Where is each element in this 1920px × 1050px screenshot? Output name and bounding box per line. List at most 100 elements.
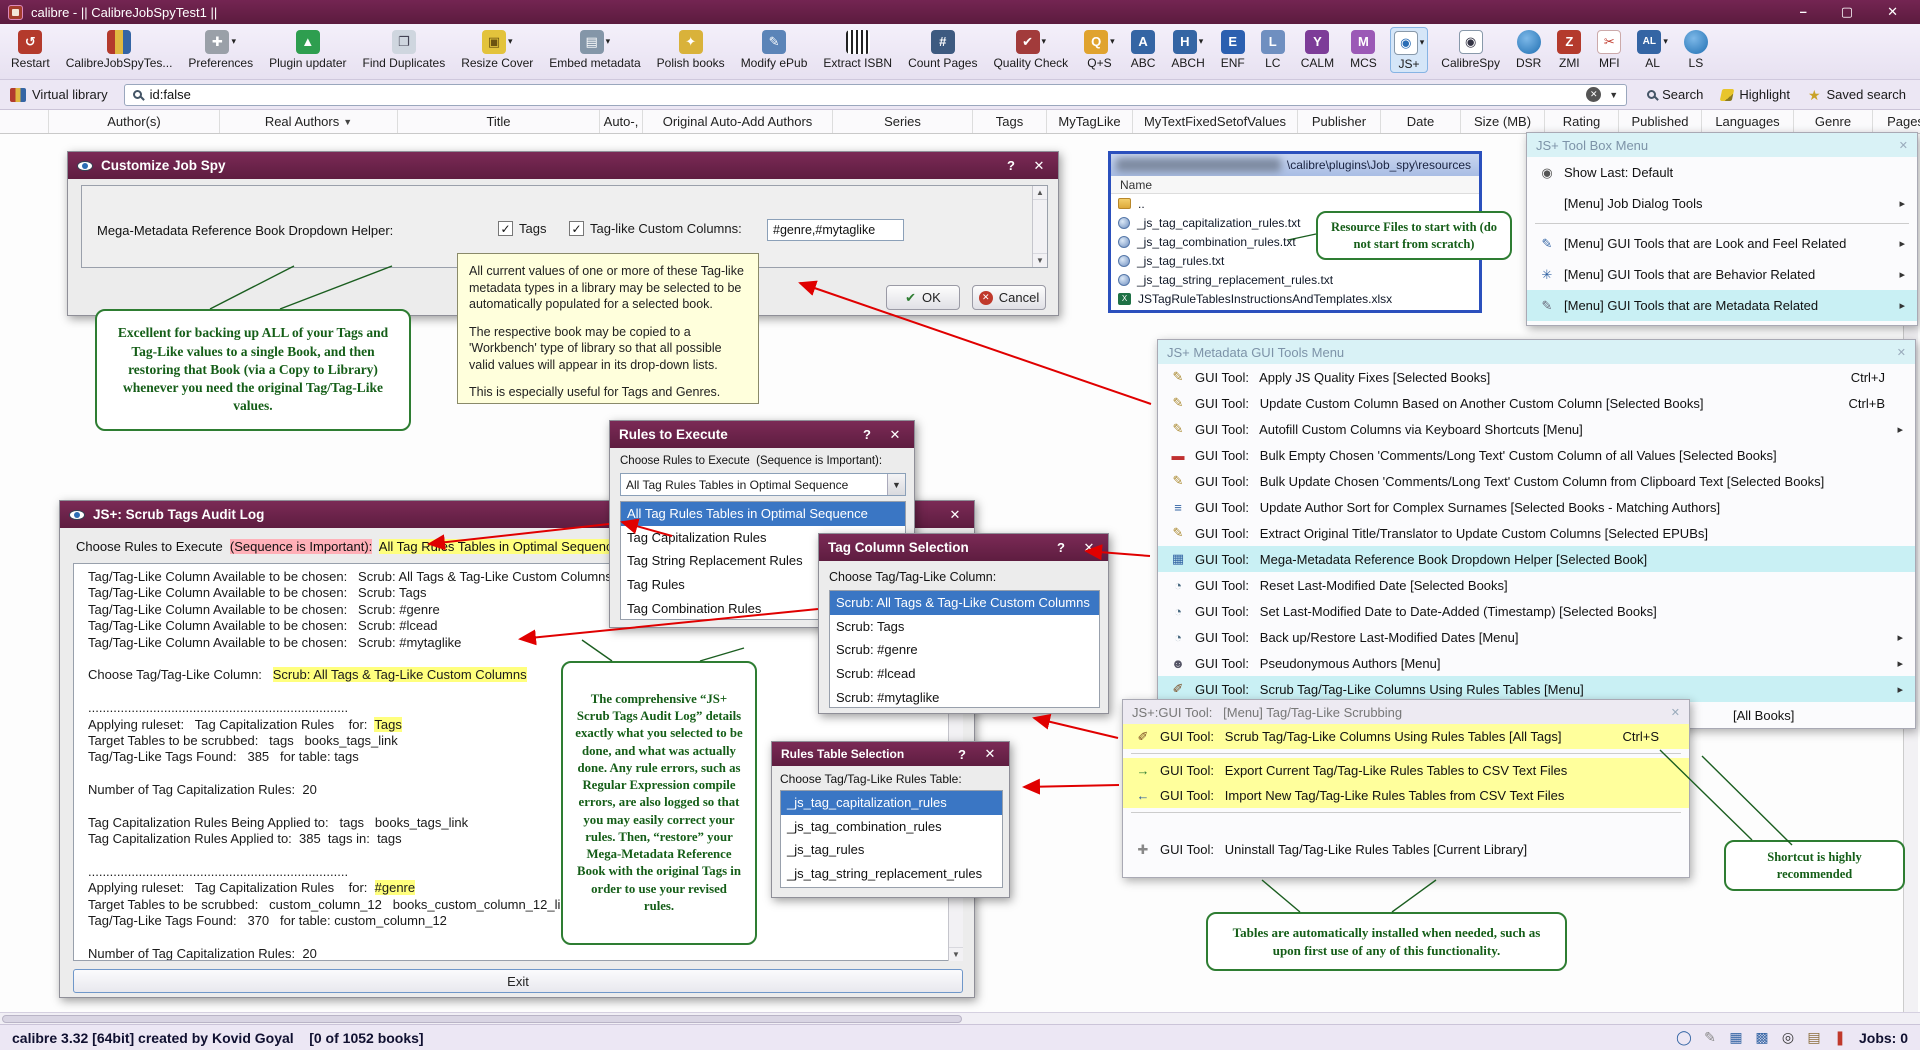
tags-checkbox-row[interactable]: Tags — [498, 221, 546, 236]
toolbox-menu-item[interactable]: ◉ Show Last: Default — [1527, 157, 1917, 188]
combo-dropdown-icon[interactable]: ▼ — [887, 474, 905, 495]
column-header-original-auto-add-authors[interactable]: Original Auto-Add Authors — [643, 110, 833, 133]
column-header-author-s-[interactable]: Author(s) — [49, 110, 220, 133]
column-header-rating[interactable]: Rating — [1545, 110, 1619, 133]
toolbar-button-mfi[interactable]: ✂ MFI — [1594, 27, 1624, 71]
cover-grid-icon[interactable]: ◎ — [1779, 1029, 1797, 1047]
help-button[interactable]: ? — [1051, 540, 1071, 555]
toolbar-button-enf[interactable]: E ENF — [1218, 27, 1248, 71]
column-header-size-mb-[interactable]: Size (MB) — [1461, 110, 1545, 133]
taglike-columns-input[interactable] — [767, 219, 904, 241]
close-dialog-button[interactable]: ✕ — [1029, 158, 1049, 174]
toolbar-button-extract-isbn[interactable]: Extract ISBN — [820, 27, 895, 71]
grid-large-icon[interactable]: ▩ — [1753, 1029, 1771, 1047]
column-header-series[interactable]: Series — [833, 110, 973, 133]
column-header-auto-[interactable]: Auto-, — [600, 110, 643, 133]
toolbar-button-resize-cover[interactable]: ▣ ▾ Resize Cover — [458, 27, 536, 71]
dropdown-caret-icon[interactable]: ▾ — [1199, 36, 1204, 47]
toolbox-menu-item[interactable]: ✎ [Menu] GUI Tools that are Metadata Rela… — [1527, 290, 1917, 321]
toolbar-button-plugin-updater[interactable]: ▲ Plugin updater — [266, 27, 349, 71]
ok-button[interactable]: ✔ OK — [886, 285, 960, 310]
rules-dialog-titlebar[interactable]: Rules to Execute ? ✕ — [610, 421, 914, 448]
book-details-icon[interactable]: ▤ — [1805, 1029, 1823, 1047]
column-header-languages[interactable]: Languages — [1702, 110, 1794, 133]
minimize-button[interactable]: – — [1800, 4, 1807, 20]
scroll-up-icon[interactable]: ▲ — [1033, 186, 1047, 200]
dropdown-caret-icon[interactable]: ▾ — [231, 36, 236, 47]
toolbar-button-mcs[interactable]: M MCS — [1347, 27, 1380, 71]
toolbar-button-preferences[interactable]: ✚ ▾ Preferences — [185, 27, 256, 71]
search-input[interactable] — [149, 87, 1579, 102]
metadata-menu-item[interactable]: ◔ GUI Tool: Back up/Restore Last-Modified… — [1158, 624, 1915, 650]
toolbar-button-abch[interactable]: H ▾ ABCH — [1168, 27, 1207, 71]
column-header-tags[interactable]: Tags — [973, 110, 1047, 133]
toolbar-button-quality-check[interactable]: ✔ ▾ Quality Check — [990, 27, 1071, 71]
metadata-menu-item[interactable]: ▬ GUI Tool: Bulk Empty Chosen 'Comments/L… — [1158, 442, 1915, 468]
column-header-publisher[interactable]: Publisher — [1298, 110, 1381, 133]
dropdown-caret-icon[interactable]: ▾ — [1110, 36, 1115, 47]
cancel-button[interactable]: ✕ Cancel — [972, 285, 1046, 310]
search-button[interactable]: Search — [1643, 87, 1707, 102]
rules-table-list-item[interactable]: _js_tag_capitalization_rules — [781, 791, 1002, 815]
tag-column-list-item[interactable]: Scrub: All Tags & Tag-Like Custom Column… — [830, 591, 1099, 615]
toolbar-button-lc[interactable]: L LC — [1258, 27, 1288, 71]
toolbar-button-modify-epub[interactable]: ✎ Modify ePub — [738, 27, 811, 71]
column-header-published[interactable]: Published — [1619, 110, 1702, 133]
rules-list-item[interactable]: All Tag Rules Tables in Optimal Sequence — [621, 502, 905, 526]
toolbar-button-calm[interactable]: Y CALM — [1298, 27, 1337, 71]
rules-table-titlebar[interactable]: Rules Table Selection ? ✕ — [772, 742, 1009, 766]
toolbar-button-zmi[interactable]: Z ZMI — [1554, 27, 1584, 71]
tag-column-list-item[interactable]: Scrub: Tags — [830, 615, 1099, 639]
toolbox-menu-item[interactable]: ✎ [Menu] GUI Tools that are Look and Feel… — [1527, 228, 1917, 259]
scrub-menu-item[interactable]: ✚ GUI Tool: Uninstall Tag/Tag-Like Rules … — [1123, 837, 1689, 862]
toolbar-button-find-duplicates[interactable]: ❐ Find Duplicates — [360, 27, 449, 71]
metadata-menu-item[interactable]: ◔ GUI Tool: Reset Last-Modified Date [Sel… — [1158, 572, 1915, 598]
toolbar-button-al[interactable]: AL ▾ AL — [1634, 27, 1671, 71]
column-header-genre[interactable]: Genre — [1794, 110, 1873, 133]
toolbar-button-restart[interactable]: ↺ Restart — [8, 27, 53, 71]
rules-table-list-item[interactable]: _js_tag_rules — [781, 838, 1002, 862]
scrub-menu-item[interactable]: → GUI Tool: Export Current Tag/Tag-Like R… — [1123, 758, 1689, 783]
scrub-menu-item[interactable]: ✐ GUI Tool: Scrub Tag/Tag-Like Columns Us… — [1123, 724, 1689, 749]
dropdown-caret-icon[interactable]: ▾ — [1042, 36, 1047, 47]
search-field[interactable]: ✕ ▼ — [123, 83, 1628, 106]
virtual-library-button[interactable]: Virtual library — [10, 87, 108, 102]
highlight-button[interactable]: Highlight — [1717, 87, 1794, 102]
menu-close-icon[interactable]: ✕ — [1671, 706, 1680, 719]
toolbar-button-count-pages[interactable]: # Count Pages — [905, 27, 980, 71]
dropdown-caret-icon[interactable]: ▾ — [508, 36, 513, 47]
dropdown-caret-icon[interactable]: ▾ — [1663, 36, 1668, 47]
tag-column-list-item[interactable]: Scrub: #lcead — [830, 662, 1099, 686]
metadata-menu-item[interactable]: ≡ GUI Tool: Update Author Sort for Comple… — [1158, 494, 1915, 520]
tag-column-list-item[interactable]: Scrub: #genre — [830, 638, 1099, 662]
metadata-menu-item[interactable]: ✎ GUI Tool: Apply JS Quality Fixes [Selec… — [1158, 364, 1915, 390]
grid-small-icon[interactable]: ▦ — [1727, 1029, 1745, 1047]
rules-table-list-item[interactable]: _js_tag_string_replacement_rules — [781, 862, 1002, 886]
toolbar-button-polish-books[interactable]: ✦ Polish books — [654, 27, 728, 71]
metadata-menu-item[interactable]: ✎ GUI Tool: Autofill Custom Columns via K… — [1158, 416, 1915, 442]
dropdown-caret-icon[interactable]: ▾ — [1420, 37, 1425, 48]
bookmark-icon[interactable]: ❚ — [1831, 1029, 1849, 1047]
metadata-menu-item[interactable]: ◔ GUI Tool: Set Last-Modified Date to Dat… — [1158, 598, 1915, 624]
close-dialog-button[interactable]: ✕ — [1079, 540, 1099, 556]
tag-column-list-item[interactable]: Scrub: #mytaglike — [830, 685, 1099, 707]
toolbar-button-js-[interactable]: ◉ ▾ JS+ — [1389, 27, 1429, 73]
toolbox-menu-item[interactable]: [Menu] Job Dialog Tools ▸ — [1527, 188, 1917, 219]
toolbox-menu-item[interactable]: ✳ [Menu] GUI Tools that are Behavior Rela… — [1527, 259, 1917, 290]
tag-column-titlebar[interactable]: Tag Column Selection ? ✕ — [819, 534, 1108, 561]
file-row[interactable]: _js_tag_string_replacement_rules.txt — [1111, 270, 1479, 289]
clear-search-icon[interactable]: ✕ — [1586, 87, 1602, 102]
column-header-pages[interactable]: Pages — [1873, 110, 1920, 133]
column-header-real-authors[interactable]: Real Authors ▼ — [220, 110, 398, 133]
customize-panel-scrollbar[interactable]: ▲ ▼ — [1032, 186, 1047, 267]
metadata-menu-item[interactable]: ▦ GUI Tool: Mega-Metadata Reference Book … — [1158, 546, 1915, 572]
search-icon[interactable]: ◯ — [1675, 1029, 1693, 1047]
toolbar-button-dsr[interactable]: DSR — [1513, 27, 1544, 71]
metadata-menu-item[interactable]: ✎ GUI Tool: Bulk Update Chosen 'Comments/… — [1158, 468, 1915, 494]
column-header-mytaglike[interactable]: MyTagLike — [1047, 110, 1133, 133]
rules-table-list-item[interactable]: _js_tag_combination_rules — [781, 815, 1002, 839]
column-header-date[interactable]: Date — [1381, 110, 1461, 133]
toolbar-button-ls[interactable]: LS — [1681, 27, 1711, 71]
maximize-button[interactable]: ▢ — [1841, 4, 1853, 20]
close-dialog-button[interactable]: ✕ — [885, 427, 905, 443]
